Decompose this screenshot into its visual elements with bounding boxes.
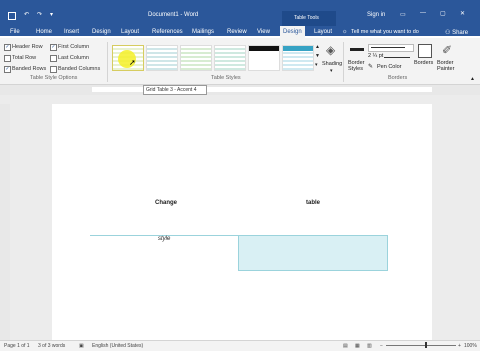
redo-icon[interactable]: ↷ xyxy=(37,11,42,18)
tell-me-box[interactable]: Tell me what you want to do xyxy=(351,29,419,35)
maximize-icon[interactable]: ▢ xyxy=(440,10,446,17)
table-cell-shaded[interactable] xyxy=(238,235,388,271)
document-word-style[interactable]: style xyxy=(158,236,170,242)
table-style-thumb-5[interactable] xyxy=(248,45,280,71)
share-button[interactable]: ⚇ Share xyxy=(445,29,468,36)
tab-layout[interactable]: Layout xyxy=(121,29,139,35)
document-word-table[interactable]: table xyxy=(306,200,320,206)
bottom-strip xyxy=(0,351,480,360)
group-label-table-style-options: Table Style Options xyxy=(30,75,78,81)
border-styles-label[interactable]: Border Styles xyxy=(348,60,365,72)
close-icon[interactable]: ✕ xyxy=(460,10,465,17)
tab-references[interactable]: References xyxy=(152,29,183,35)
checkbox-banded-rows[interactable]: ✓ xyxy=(4,66,11,73)
label-total-row: Total Row xyxy=(12,55,37,61)
undo-icon[interactable]: ↶ xyxy=(24,11,29,18)
tab-insert[interactable]: Insert xyxy=(64,29,79,35)
border-painter-icon[interactable]: ✐ xyxy=(442,43,452,57)
checkbox-banded-columns[interactable] xyxy=(50,66,57,73)
minimize-icon[interactable]: — xyxy=(420,10,426,16)
border-styles-icon[interactable] xyxy=(350,48,364,51)
shading-dropdown-icon[interactable]: ▾ xyxy=(330,68,333,74)
page-count[interactable]: Page 1 of 1 xyxy=(4,343,30,349)
document-word-change[interactable]: Change xyxy=(155,200,177,206)
save-icon[interactable] xyxy=(8,12,16,20)
share-icon: ⚇ xyxy=(445,30,451,36)
read-mode-icon[interactable]: ▤ xyxy=(343,343,348,349)
line-weight-sample xyxy=(384,57,410,58)
label-first-column: First Column xyxy=(58,44,90,50)
tab-design[interactable]: Design xyxy=(92,29,111,35)
sign-in-link[interactable]: Sign in xyxy=(367,12,385,18)
divider xyxy=(107,42,108,82)
proofing-icon[interactable]: ▣ xyxy=(79,343,84,349)
tab-view[interactable]: View xyxy=(257,29,270,35)
line-style-select[interactable] xyxy=(368,44,414,52)
vertical-ruler xyxy=(0,104,10,340)
divider xyxy=(343,42,344,82)
gallery-scroll-down-icon[interactable]: ▼ xyxy=(315,53,320,59)
table-tools-label: Table Tools xyxy=(294,15,319,21)
border-painter-label[interactable]: Border Painter xyxy=(437,60,454,72)
collapse-ribbon-icon[interactable]: ▲ xyxy=(470,76,475,82)
checkbox-header-row[interactable]: ✓ xyxy=(4,44,11,51)
checkbox-total-row[interactable] xyxy=(4,55,11,62)
shading-label[interactable]: Shading xyxy=(322,61,342,67)
ribbon-display-options-icon[interactable]: ▭ xyxy=(400,11,406,18)
mouse-pointer-icon: ➚ xyxy=(129,58,136,67)
table-style-thumb-2[interactable] xyxy=(146,45,178,71)
zoom-in-icon[interactable]: + xyxy=(458,343,461,349)
pen-color-icon[interactable]: ✎ xyxy=(368,63,373,70)
web-layout-icon[interactable]: ▥ xyxy=(367,343,372,349)
label-banded-columns: Banded Columns xyxy=(58,66,101,72)
line-weight-select[interactable]: 2 ¼ pt xyxy=(368,53,383,59)
group-label-table-styles: Table Styles xyxy=(211,75,241,81)
pen-color-label[interactable]: Pen Color xyxy=(377,64,401,70)
group-label-borders: Borders xyxy=(388,75,408,81)
zoom-level[interactable]: 100% xyxy=(464,343,477,349)
table-style-thumb-4[interactable] xyxy=(214,45,246,71)
label-header-row: Header Row xyxy=(12,44,43,50)
tab-table-layout[interactable]: Layout xyxy=(314,29,332,35)
share-label: Share xyxy=(452,30,469,36)
window-title: Document1 - Word xyxy=(148,12,199,18)
gallery-more-icon[interactable]: ▾ xyxy=(315,62,318,68)
document-page[interactable] xyxy=(52,104,432,340)
quick-access-dropdown-icon[interactable]: ▾ xyxy=(50,11,53,18)
lightbulb-icon: ☼ xyxy=(342,29,348,35)
print-layout-icon[interactable]: ▦ xyxy=(355,343,360,349)
table-style-thumb-6[interactable] xyxy=(282,45,314,71)
language-indicator[interactable]: English (United States) xyxy=(92,343,143,349)
checkbox-first-column[interactable]: ✓ xyxy=(50,44,57,51)
tab-review[interactable]: Review xyxy=(227,29,247,35)
tab-home[interactable]: Home xyxy=(36,29,52,35)
zoom-out-icon[interactable]: − xyxy=(380,343,383,349)
borders-icon[interactable] xyxy=(418,44,432,58)
zoom-slider-thumb[interactable] xyxy=(425,342,427,348)
label-banded-rows: Banded Rows xyxy=(12,66,47,72)
tab-mailings[interactable]: Mailings xyxy=(192,29,214,35)
table-style-thumb-3[interactable] xyxy=(180,45,212,71)
checkbox-last-column[interactable] xyxy=(50,55,57,62)
line-style-sample xyxy=(371,47,405,48)
zoom-slider[interactable] xyxy=(386,345,456,346)
shading-icon[interactable]: ◈ xyxy=(326,43,335,57)
tab-file[interactable]: File xyxy=(10,29,20,35)
style-tooltip: Grid Table 3 - Accent 4 xyxy=(143,85,207,95)
borders-label[interactable]: Borders xyxy=(414,60,433,66)
label-last-column: Last Column xyxy=(58,55,89,61)
word-count[interactable]: 3 of 3 words xyxy=(38,343,65,349)
gallery-scroll-up-icon[interactable]: ▲ xyxy=(315,44,320,50)
